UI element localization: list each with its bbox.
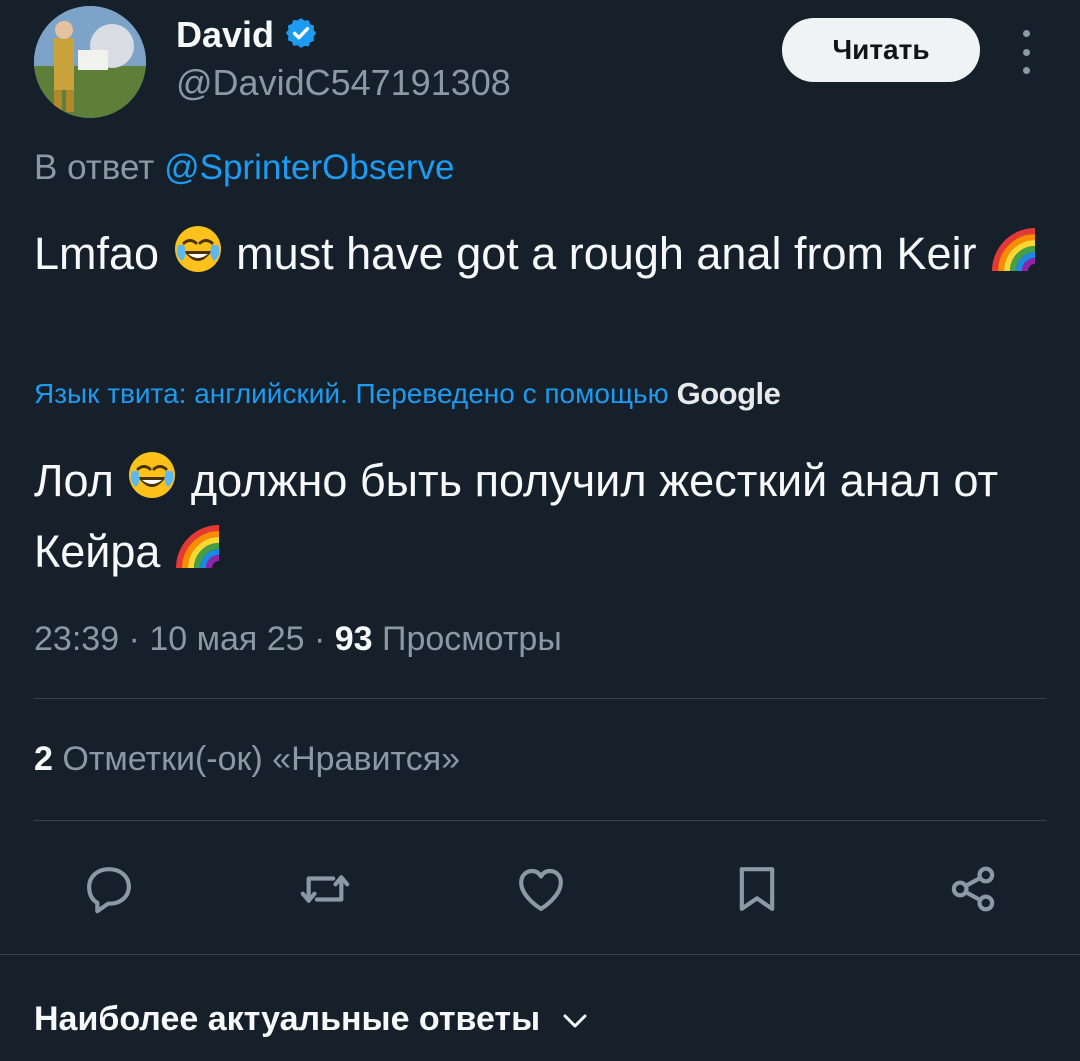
translation-note-text[interactable]: Язык твита: английский. Переведено с пом… — [34, 378, 669, 410]
chevron-down-icon[interactable] — [562, 1000, 588, 1039]
translated-text: Лол должно быть получил жесткий анал от … — [34, 448, 1044, 590]
reply-mention-link[interactable]: @SprinterObserve — [164, 148, 454, 187]
views-label: Просмотры — [382, 620, 562, 658]
views-count: 93 — [334, 620, 373, 658]
retweet-icon[interactable] — [294, 858, 356, 920]
meta-separator: · — [119, 620, 150, 658]
google-logo: Google — [676, 376, 781, 411]
verified-badge-icon — [284, 16, 318, 55]
rainbow-icon — [989, 223, 1041, 292]
divider — [0, 954, 1080, 955]
likes-stat[interactable]: 2 Отметки(-ок) «Нравится» — [34, 740, 460, 779]
reply-icon[interactable] — [78, 858, 140, 920]
translated-text-part1: Лол — [34, 455, 114, 506]
divider — [34, 820, 1046, 821]
tweet-meta: 23:39 · 10 мая 25 · 93 Просмотры — [34, 620, 562, 659]
tweet-text-part2: must have got a rough anal from Keir — [236, 228, 977, 279]
answers-sort-label[interactable]: Наиболее актуальные ответы — [34, 1000, 540, 1039]
reply-context: В ответ @SprinterObserve — [34, 148, 454, 188]
share-icon[interactable] — [942, 858, 1004, 920]
meta-separator: · — [304, 620, 335, 658]
rainbow-icon — [173, 520, 225, 590]
follow-button[interactable]: Читать — [782, 18, 980, 82]
author-name-row[interactable]: David — [176, 14, 318, 56]
author-handle[interactable]: @DavidC547191308 — [176, 62, 511, 104]
answers-sort-toggle[interactable]: Наиболее актуальные ответы — [34, 1000, 588, 1039]
tweet-text: Lmfao must have got a rough anal from Ke… — [34, 222, 1044, 292]
tweet-text-part1: Lmfao — [34, 228, 160, 279]
translation-note[interactable]: Язык твита: английский. Переведено с пом… — [34, 376, 781, 412]
likes-label: Отметки(-ок) «Нравится» — [62, 740, 461, 778]
divider — [34, 698, 1046, 699]
reply-prefix: В ответ — [34, 148, 155, 187]
likes-count: 2 — [34, 740, 53, 778]
face-with-tears-of-joy-icon — [126, 449, 178, 519]
tweet-date[interactable]: 10 мая 25 — [149, 620, 304, 658]
tweet-time[interactable]: 23:39 — [34, 620, 119, 658]
like-icon[interactable] — [510, 858, 572, 920]
avatar[interactable] — [34, 6, 146, 118]
more-vertical-icon[interactable] — [1012, 30, 1040, 74]
bookmark-icon[interactable] — [726, 858, 788, 920]
face-with-tears-of-joy-icon — [172, 223, 224, 292]
author-name[interactable]: David — [176, 14, 274, 56]
